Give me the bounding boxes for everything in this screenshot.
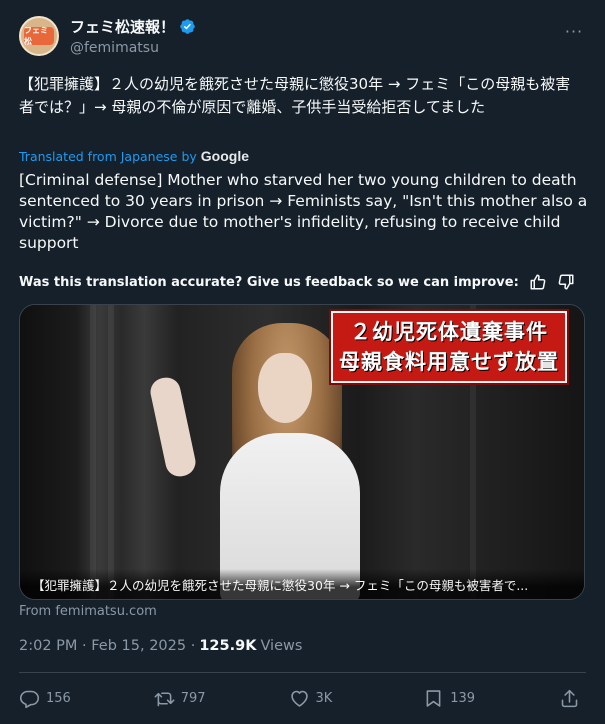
views-label: Views xyxy=(260,638,303,654)
media-card[interactable]: ２幼児死体遺棄事件 母親食料用意せず放置 【犯罪擁護】２人の幼児を餓死させた母親… xyxy=(19,304,585,600)
link-source[interactable]: From femimatsu.com xyxy=(19,604,157,619)
repost-icon xyxy=(154,691,175,706)
repost-count: 797 xyxy=(180,690,206,706)
heart-icon xyxy=(290,690,308,707)
reply-count: 156 xyxy=(46,690,71,706)
share-button[interactable] xyxy=(558,688,586,709)
views-count: 125.9K xyxy=(199,638,257,654)
name-row: フェミ松速報！ xyxy=(70,16,196,37)
google-logo: Google xyxy=(200,148,250,164)
repost-button[interactable]: 797 xyxy=(154,688,274,709)
thumbs-down-icon[interactable] xyxy=(557,273,575,291)
more-options-icon[interactable]: ··· xyxy=(563,20,585,42)
like-button[interactable]: 3K xyxy=(289,688,409,709)
verified-badge-icon[interactable] xyxy=(179,18,196,35)
reply-button[interactable]: 156 xyxy=(19,688,139,709)
background-stripe xyxy=(90,305,96,599)
news-caption-overlay: ２幼児死体遺棄事件 母親食料用意せず放置 xyxy=(331,311,567,383)
thumbs-up-icon[interactable] xyxy=(529,273,547,291)
display-name[interactable]: フェミ松速報！ xyxy=(70,16,175,37)
reply-icon xyxy=(19,690,40,708)
bookmark-icon xyxy=(426,689,441,707)
translation-feedback: Was this translation accurate? Give us f… xyxy=(19,273,575,291)
timestamp[interactable]: 2:02 PM · Feb 15, 2025 · xyxy=(19,638,195,654)
tweet-meta: 2:02 PM · Feb 15, 2025 · 125.9K Views xyxy=(19,638,302,654)
tweet-header: フェミ松 フェミ松速報！ @femimatsu ··· xyxy=(19,14,589,58)
share-icon xyxy=(561,689,578,707)
like-count: 3K xyxy=(315,690,333,706)
person-face xyxy=(258,353,312,423)
translated-text: [Criminal defense] Mother who starved he… xyxy=(19,171,588,252)
avatar[interactable]: フェミ松 xyxy=(19,16,59,56)
bookmark-button[interactable]: 139 xyxy=(423,688,543,709)
feedback-prompt: Was this translation accurate? Give us f… xyxy=(19,274,519,290)
media-card-title[interactable]: 【犯罪擁護】２人の幼児を餓死させた母親に懲役30年 → フェミ「この母親も被害者… xyxy=(20,569,584,599)
caption-line-2: 母親食料用意せず放置 xyxy=(339,350,559,374)
author-names: フェミ松速報！ @femimatsu xyxy=(70,16,196,56)
divider xyxy=(19,672,586,673)
handle[interactable]: @femimatsu xyxy=(70,40,196,56)
translation-attribution: Translated from Japanese by Google xyxy=(19,148,249,164)
tweet-text: 【犯罪擁護】２人の幼児を餓死させた母親に懲役30年 → フェミ「この母親も被害者… xyxy=(19,75,571,116)
action-bar: 156 797 3K 139 xyxy=(19,685,586,711)
caption-line-1: ２幼児死体遺棄事件 xyxy=(350,320,548,344)
background-stripe xyxy=(108,305,114,599)
translated-from-label[interactable]: Translated from Japanese by xyxy=(19,149,197,164)
bookmark-count: 139 xyxy=(450,690,476,706)
avatar-logo: フェミ松 xyxy=(24,26,54,46)
